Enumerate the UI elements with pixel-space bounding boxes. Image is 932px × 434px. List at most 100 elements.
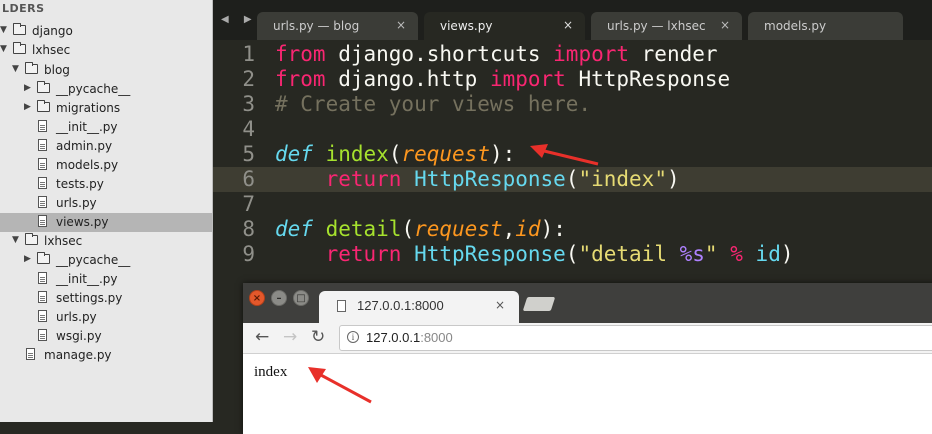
tree-file-item[interactable]: models.py	[0, 156, 212, 175]
folder-icon	[25, 233, 38, 245]
code-token: django.http	[325, 67, 490, 91]
file-icon	[38, 139, 47, 151]
code-line[interactable]: 3 # Create your views here.	[213, 92, 932, 117]
red-annotation-arrow	[308, 367, 372, 404]
code-line[interactable]: 4	[213, 117, 932, 142]
code-token: (	[388, 142, 402, 166]
tree-file-item[interactable]: urls.py	[0, 194, 212, 213]
code-token: "index"	[578, 167, 667, 191]
code-line[interactable]: 8 def detail(request,id):	[213, 217, 932, 242]
editor-tab[interactable]: models.py	[748, 12, 903, 40]
editor-tab-label: urls.py — blog	[273, 19, 360, 33]
browser-tab[interactable]: 127.0.0.1:8000 ×	[319, 291, 519, 323]
window-minimize-button[interactable]: –	[271, 290, 287, 306]
new-tab-button[interactable]	[522, 297, 556, 311]
chevron-down-icon[interactable]: ▼	[12, 235, 22, 245]
code-line[interactable]: 6 return HttpResponse("index")	[213, 167, 932, 192]
address-bar[interactable]: i 127.0.0.1:8000	[339, 325, 932, 351]
tree-item-label: models.py	[56, 158, 119, 172]
chevron-down-icon[interactable]: ▼	[0, 25, 10, 35]
editor-tab[interactable]: urls.py — blog ×	[257, 12, 418, 40]
code-token: HttpResponse	[565, 67, 731, 91]
chevron-down-icon[interactable]: ▼	[12, 64, 22, 74]
code-line[interactable]: 1 from django.shortcuts import render	[213, 42, 932, 67]
code-token: (	[565, 242, 579, 266]
reload-icon[interactable]: ↻	[311, 327, 325, 347]
tree-file-item[interactable]: wsgi.py	[0, 327, 212, 346]
tree-item-label: django	[32, 24, 73, 38]
code-token: def	[275, 142, 313, 166]
sidebar-header: LDERS	[2, 2, 45, 15]
tree-item-label: blog	[44, 63, 70, 77]
tab-nav-arrows[interactable]: ◀ ▶	[221, 14, 258, 25]
editor-tab[interactable]: views.py ×	[424, 12, 585, 40]
code-line[interactable]: 2 from django.http import HttpResponse	[213, 67, 932, 92]
line-number: 3	[242, 92, 255, 116]
chevron-right-icon[interactable]: ▶	[24, 254, 34, 264]
back-arrow-icon[interactable]: ←	[255, 327, 269, 347]
tree-folder-item[interactable]: ▼ django	[0, 22, 212, 41]
folder-icon	[13, 23, 26, 35]
tree-item-label: settings.py	[56, 291, 123, 305]
file-icon	[38, 329, 47, 341]
browser-titlebar: × – □ 127.0.0.1:8000 ×	[243, 283, 932, 323]
editor-tab-label: views.py	[440, 19, 493, 33]
chevron-right-icon[interactable]: ▶	[24, 102, 34, 112]
code-token: ):	[489, 142, 516, 166]
code-token: from	[275, 67, 326, 91]
code-line[interactable]: 9 return HttpResponse("detail %s" % id)	[213, 242, 932, 267]
tree-folder-item[interactable]: ▶ migrations	[0, 99, 212, 118]
editor-tab[interactable]: urls.py — lxhsec ×	[591, 12, 742, 40]
code-token: request	[414, 217, 503, 241]
chevron-right-icon[interactable]: ▶	[24, 83, 34, 93]
tree-folder-item[interactable]: ▶ __pycache__	[0, 80, 212, 99]
tree-file-item[interactable]: urls.py	[0, 308, 212, 327]
tree-item-label: views.py	[56, 215, 109, 229]
tree-file-item[interactable]: __init__.py	[0, 270, 212, 289]
code-text: def detail(request,id):	[275, 217, 566, 242]
url-text: 127.0.0.1:8000	[366, 330, 453, 345]
url-port: :8000	[420, 330, 453, 345]
line-number: 6	[242, 167, 255, 191]
tree-item-label: __init__.py	[56, 120, 118, 134]
line-number: 7	[242, 192, 255, 216]
code-token: )	[780, 242, 794, 266]
tab-close-icon[interactable]: ×	[720, 18, 730, 32]
tree-file-item[interactable]: settings.py	[0, 289, 212, 308]
code-token: )	[666, 167, 680, 191]
tab-close-icon[interactable]: ×	[563, 18, 573, 32]
chevron-down-icon[interactable]: ▼	[0, 44, 10, 54]
window-close-button[interactable]: ×	[249, 290, 265, 306]
page-icon	[337, 300, 346, 312]
browser-tab-close-icon[interactable]: ×	[495, 298, 505, 312]
tree-folder-item[interactable]: ▼ lxhsec	[0, 232, 212, 251]
line-number: 2	[242, 67, 255, 91]
tree-file-item[interactable]: tests.py	[0, 175, 212, 194]
file-icon	[38, 215, 47, 227]
code-line[interactable]: 7	[213, 192, 932, 217]
tree-file-item[interactable]: admin.py	[0, 137, 212, 156]
tab-close-icon[interactable]: ×	[396, 18, 406, 32]
tree-folder-item[interactable]: ▼ blog	[0, 61, 212, 80]
url-host: 127.0.0.1	[366, 330, 421, 345]
code-token: ):	[540, 217, 566, 241]
window-maximize-button[interactable]: □	[293, 290, 309, 306]
editor-tab-label: models.py	[764, 19, 827, 33]
browser-window: × – □ 127.0.0.1:8000 × ← → ↻ i 127.0.0.1…	[243, 283, 932, 434]
code-text: return HttpResponse("detail %s" % id)	[275, 242, 794, 267]
info-icon[interactable]: i	[347, 331, 359, 343]
forward-arrow-icon[interactable]: →	[283, 327, 297, 347]
code-token: id	[755, 242, 781, 266]
code-token: # Create your views here.	[275, 92, 592, 116]
code-token: return	[325, 242, 402, 266]
tree-folder-item[interactable]: ▼ lxhsec	[0, 41, 212, 60]
tree-file-item[interactable]: __init__.py	[0, 118, 212, 137]
tree-file-item[interactable]: manage.py	[0, 346, 212, 365]
tree-file-item[interactable]: views.py	[0, 213, 212, 232]
code-token: "	[704, 242, 718, 266]
browser-tab-title: 127.0.0.1:8000	[357, 298, 444, 313]
tree-folder-item[interactable]: ▶ __pycache__	[0, 251, 212, 270]
code-token: ,	[502, 217, 516, 241]
file-icon	[38, 272, 47, 284]
